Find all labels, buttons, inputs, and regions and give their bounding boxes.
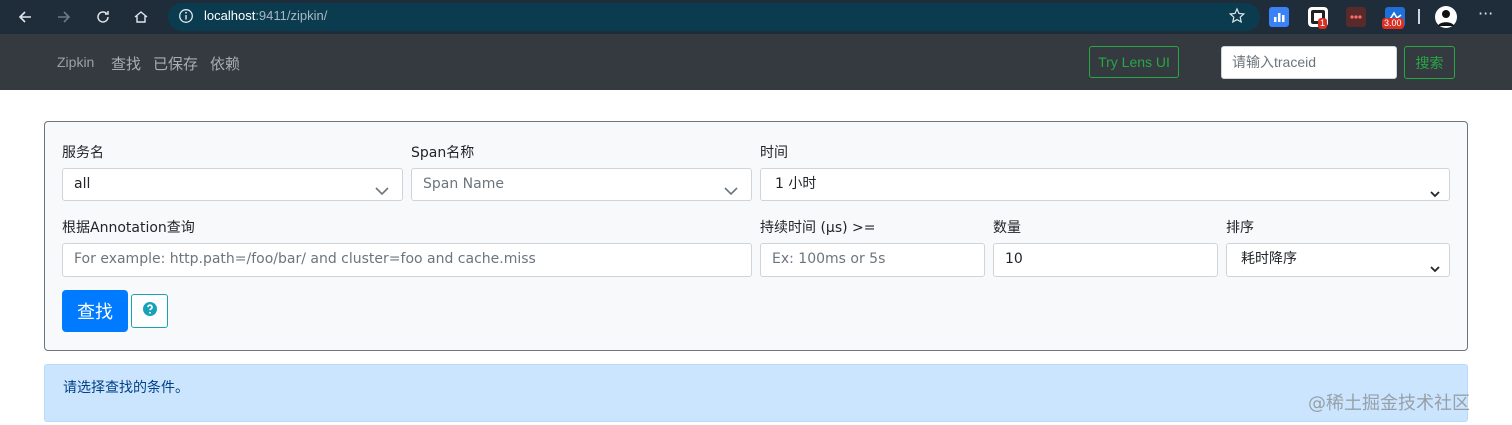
select-arrow-icon (1429, 180, 1441, 211)
dots-extension-icon[interactable] (1346, 7, 1366, 27)
nav-link-saved[interactable]: 已保存 (153, 53, 198, 74)
min-duration-label: 持续时间 (μs) >= (760, 220, 876, 236)
sort-value: 耗时降序 (1241, 251, 1297, 267)
rate-badge: 3.00 (1382, 18, 1404, 29)
browser-toolbar: localhost:9411/zipkin/ 1 3.00 ··· (0, 0, 1512, 35)
nav-link-dependencies[interactable]: 依赖 (210, 53, 240, 74)
nav-link-find[interactable]: 查找 (111, 53, 141, 74)
service-name-label: 服务名 (62, 145, 104, 161)
extension-badge: 1 (1318, 18, 1328, 29)
home-icon[interactable] (129, 5, 153, 29)
span-name-placeholder: Span Name (423, 176, 504, 192)
brand-logo[interactable]: Zipkin (57, 54, 94, 70)
search-form: 服务名 all Span名称 Span Name 时间 1 小时 根据Annot… (44, 121, 1468, 351)
try-lens-ui-button[interactable]: Try Lens UI (1089, 46, 1179, 78)
min-duration-input[interactable]: Ex: 100ms or 5s (760, 243, 985, 277)
address-bar[interactable]: localhost:9411/zipkin/ (168, 3, 1260, 31)
back-arrow-icon[interactable] (13, 5, 37, 29)
profile-avatar[interactable] (1435, 6, 1457, 28)
help-button[interactable] (131, 294, 168, 328)
url-text: localhost:9411/zipkin/ (204, 8, 327, 23)
sort-select[interactable]: 耗时降序 (1226, 243, 1450, 277)
info-alert: 请选择查找的条件。 (44, 364, 1468, 422)
span-name-label: Span名称 (411, 145, 475, 161)
app-navbar: Zipkin 查找 已保存 依赖 Try Lens UI 请输入traceid … (0, 34, 1512, 90)
limit-value: 10 (1005, 251, 1023, 267)
annotation-query-input[interactable]: For example: http.path=/foo/bar/ and clu… (62, 243, 752, 277)
sort-label: 排序 (1226, 220, 1254, 236)
limit-input[interactable]: 10 (993, 243, 1218, 277)
url-path: :9411/zipkin/ (255, 8, 328, 23)
refresh-icon[interactable] (91, 5, 115, 29)
toolbar-divider (1418, 9, 1420, 24)
service-name-value: all (74, 176, 91, 192)
find-traces-button[interactable]: 查找 (62, 290, 128, 332)
time-value: 1 小时 (775, 176, 817, 192)
annotation-query-label: 根据Annotation查询 (62, 220, 195, 236)
time-label: 时间 (760, 145, 788, 161)
more-menu-icon[interactable]: ··· (1478, 4, 1493, 23)
url-host: localhost (204, 8, 256, 23)
service-name-select[interactable]: all (62, 168, 403, 201)
min-duration-placeholder: Ex: 100ms or 5s (772, 251, 886, 267)
question-circle-icon (142, 301, 158, 321)
analytics-extension-icon[interactable] (1269, 7, 1289, 27)
info-icon[interactable] (178, 8, 194, 28)
forward-arrow-icon[interactable] (52, 5, 76, 29)
limit-label: 数量 (993, 220, 1021, 236)
watermark-text: @稀土掘金技术社区 (1308, 393, 1470, 414)
traceid-input[interactable]: 请输入traceid (1221, 46, 1397, 79)
favorite-star-icon[interactable] (1228, 7, 1246, 29)
time-select[interactable]: 1 小时 (760, 168, 1450, 201)
alert-message: 请选择查找的条件。 (63, 380, 189, 396)
annotation-query-placeholder: For example: http.path=/foo/bar/ and clu… (74, 251, 536, 267)
select-arrow-icon (1429, 255, 1441, 286)
chevron-down-icon (723, 178, 739, 209)
span-name-select[interactable]: Span Name (411, 168, 752, 201)
traceid-search-button[interactable]: 搜索 (1404, 46, 1455, 79)
chevron-down-icon (374, 178, 390, 209)
